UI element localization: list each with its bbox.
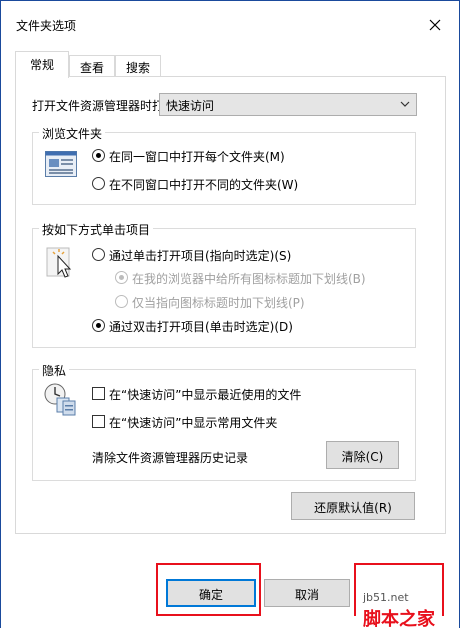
restore-defaults-label: 还原默认值(R) (314, 501, 392, 515)
privacy-title: 隐私 (39, 362, 70, 379)
same-window-label: 在同一窗口中打开每个文件夹(M) (109, 150, 285, 164)
folder-options-dialog: 文件夹选项 常规 查看 搜索 打开文件资源管理器时打 快速访问 浏览文件夹 在同… (0, 0, 460, 628)
close-button[interactable] (419, 13, 451, 37)
recent-files-label: 在“快速访问”中显示最近使用的文件 (109, 388, 302, 402)
window-icon (45, 151, 77, 180)
clock-documents-icon (43, 382, 77, 419)
radio-same-window[interactable] (92, 149, 105, 162)
new-window-label: 在不同窗口中打开不同的文件夹(W) (109, 178, 299, 192)
window-title: 文件夹选项 (16, 19, 77, 33)
tab-search-label: 搜索 (125, 61, 150, 75)
radio-single-click[interactable] (92, 248, 105, 261)
watermark-site: jb51.net (363, 591, 409, 604)
click-items-title: 按如下方式单击项目 (39, 221, 154, 238)
ok-highlight-box (156, 563, 261, 616)
double-click-label: 通过双击打开项目(单击时选定)(D) (109, 320, 293, 334)
underline-hover-label: 仅当指向图标标题时加下划线(P) (132, 296, 305, 310)
tab-view-label: 查看 (79, 61, 104, 75)
tab-general-label: 常规 (29, 58, 54, 72)
radio-double-click[interactable] (92, 319, 105, 332)
clear-button-label: 清除(C) (341, 450, 384, 464)
watermark-name: 脚本之家 (363, 609, 435, 628)
cancel-button-label: 取消 (294, 588, 319, 602)
open-explorer-label: 打开文件资源管理器时打 (32, 99, 165, 113)
cursor-click-icon (45, 246, 77, 283)
single-click-label: 通过单击打开项目(指向时选定)(S) (109, 249, 292, 263)
browse-folders-title: 浏览文件夹 (39, 125, 106, 142)
underline-all-label: 在我的浏览器中给所有图标标题加下划线(B) (132, 272, 366, 286)
chevron-down-icon (400, 101, 410, 107)
radio-underline-hover[interactable] (115, 295, 128, 308)
checkbox-frequent-folders[interactable] (92, 415, 105, 428)
radio-underline-all[interactable] (115, 271, 128, 284)
cancel-button[interactable]: 取消 (264, 579, 350, 607)
frequent-folders-label: 在“快速访问”中显示常用文件夹 (109, 416, 278, 430)
tab-view[interactable]: 查看 (69, 55, 115, 77)
open-explorer-select[interactable]: 快速访问 (159, 93, 417, 116)
checkbox-recent-files[interactable] (92, 387, 105, 400)
tab-search[interactable]: 搜索 (115, 55, 161, 77)
clear-history-label: 清除文件资源管理器历史记录 (92, 451, 249, 465)
open-explorer-value: 快速访问 (166, 99, 215, 113)
tab-general[interactable]: 常规 (15, 51, 69, 78)
restore-defaults-button[interactable]: 还原默认值(R) (291, 492, 415, 520)
close-icon (429, 19, 441, 31)
clear-history-button[interactable]: 清除(C) (326, 441, 399, 469)
browse-folders-group (32, 132, 416, 205)
radio-new-window[interactable] (92, 177, 105, 190)
title-bar: 文件夹选项 (1, 1, 459, 45)
